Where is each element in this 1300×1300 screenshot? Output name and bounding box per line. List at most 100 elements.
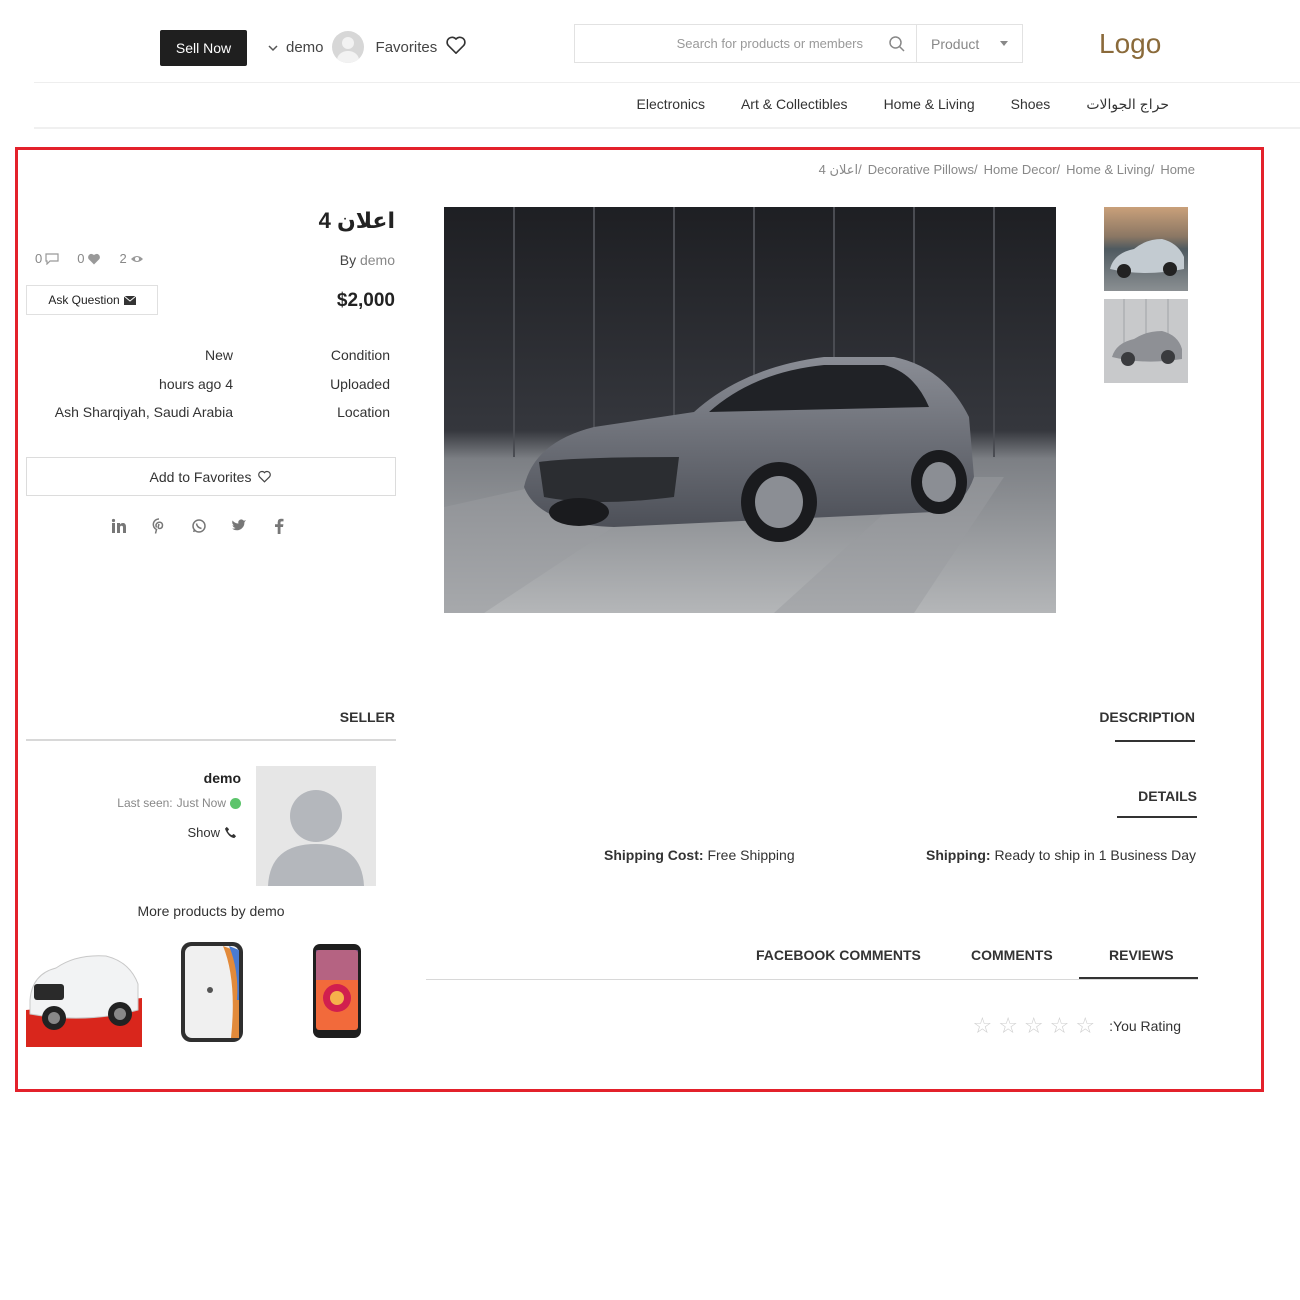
nav-item-electronics[interactable]: Electronics — [637, 96, 705, 113]
description-underline — [1115, 740, 1195, 742]
nav-item-shoes[interactable]: Shoes — [1011, 96, 1051, 113]
search-bar: Search for products or members Product — [574, 24, 1023, 63]
eye-icon — [130, 255, 143, 262]
ask-question-button[interactable]: Ask Question — [26, 285, 158, 315]
category-nav: Electronics Art & Collectibles Home & Li… — [637, 96, 1170, 113]
favorites-link[interactable]: Favorites — [376, 39, 438, 56]
uploaded-value: hours ago 4 — [159, 376, 233, 392]
envelope-icon — [123, 295, 136, 305]
linkedin-icon[interactable] — [110, 518, 128, 537]
user-menu[interactable]: demo Favorites — [268, 29, 467, 65]
add-to-favorites-label: Add to Favorites — [149, 468, 252, 485]
views-count: 2 — [119, 251, 127, 266]
nav-item-home-living[interactable]: Home & Living — [884, 96, 975, 113]
shipping-cost-label: Shipping Cost: — [604, 847, 704, 863]
seller-section-title: SELLER — [339, 709, 395, 725]
breadcrumb-item[interactable]: Home Decor/ — [984, 162, 1061, 178]
pinterest-icon[interactable] — [150, 518, 168, 537]
tab-comments[interactable]: COMMENTS — [971, 947, 1053, 963]
more-product-bmw[interactable] — [26, 940, 142, 1047]
comments-stat: 0 — [35, 251, 59, 266]
tab-description[interactable]: DESCRIPTION — [1099, 709, 1195, 725]
more-product-lg-phone[interactable] — [312, 940, 362, 1042]
sell-now-button[interactable]: Sell Now — [160, 30, 247, 66]
by-label: By — [339, 252, 357, 268]
shipping-cost-value: Free Shipping — [707, 847, 795, 863]
search-category-value: Product — [931, 35, 980, 52]
star-icon[interactable]: ☆ — [972, 1013, 992, 1039]
logo[interactable]: Logo — [1099, 28, 1161, 60]
likes-stat: 0 — [77, 251, 101, 266]
tab-details[interactable]: DETAILS — [1138, 788, 1197, 804]
whatsapp-icon[interactable] — [190, 518, 208, 537]
last-seen: Last seen: Just Now — [117, 796, 241, 810]
breadcrumb-item[interactable]: 4 اعلان/ — [819, 162, 862, 178]
seller-divider — [26, 739, 396, 741]
more-product-iphone[interactable] — [179, 940, 245, 1044]
thumbnail-1[interactable] — [1104, 207, 1188, 291]
likes-count: 0 — [77, 251, 85, 266]
rating-label: :You Rating — [1109, 1018, 1181, 1034]
nav-divider — [34, 127, 1300, 129]
chevron-down-icon[interactable] — [268, 39, 278, 56]
last-seen-label: Last seen: — [117, 796, 173, 810]
shipping-label: Shipping: — [926, 847, 991, 863]
heart-icon[interactable] — [445, 35, 467, 59]
nav-item-mobile-auction[interactable]: حراج الجوالات — [1086, 96, 1169, 113]
last-seen-value: Just Now — [176, 796, 226, 810]
star-rating: ☆ ☆ ☆ ☆ ☆ — [972, 1013, 1095, 1039]
rating-input: ☆ ☆ ☆ ☆ ☆ :You Rating — [972, 1013, 1181, 1039]
star-icon[interactable]: ☆ — [998, 1013, 1018, 1039]
phone-icon — [224, 826, 237, 839]
thumbnail-2[interactable] — [1104, 299, 1188, 383]
tab-facebook-comments[interactable]: FACEBOOK COMMENTS — [756, 947, 921, 963]
header-divider — [34, 82, 1300, 83]
comment-icon — [45, 252, 59, 265]
seller-link[interactable]: demo — [360, 252, 395, 268]
ask-question-label: Ask Question — [48, 293, 120, 307]
tab-reviews[interactable]: REVIEWS — [1109, 947, 1174, 963]
heart-icon — [88, 253, 101, 264]
username[interactable]: demo — [286, 39, 324, 56]
search-category-select[interactable]: Product — [917, 36, 1022, 52]
breadcrumb-item[interactable]: Home & Living/ — [1066, 162, 1154, 178]
shipping-time: Shipping: Ready to ship in 1 Business Da… — [926, 847, 1196, 863]
star-icon[interactable]: ☆ — [1075, 1013, 1095, 1039]
search-input[interactable]: Search for products or members — [575, 36, 877, 51]
heart-outline-icon — [258, 470, 272, 483]
avatar[interactable] — [331, 31, 364, 63]
show-phone-label: Show — [187, 825, 220, 840]
social-share — [110, 518, 288, 537]
nav-item-art-collectibles[interactable]: Art & Collectibles — [741, 96, 848, 113]
star-icon[interactable]: ☆ — [1024, 1013, 1044, 1039]
uploaded-label: Uploaded — [330, 376, 390, 392]
condition-label: Condition — [330, 347, 390, 363]
listing-byline: By demo — [340, 252, 395, 268]
breadcrumb: 4 اعلان/ Decorative Pillows/ Home Decor/… — [819, 162, 1195, 178]
show-phone-button[interactable]: Show — [187, 825, 237, 840]
listing-title: اعلان 4 — [318, 208, 395, 233]
seller-avatar[interactable] — [256, 766, 376, 886]
comments-tabs: FACEBOOK COMMENTS COMMENTS REVIEWS — [426, 940, 1198, 980]
star-icon[interactable]: ☆ — [1050, 1013, 1070, 1039]
shipping-value: Ready to ship in 1 Business Day — [994, 847, 1196, 863]
comments-count: 0 — [35, 251, 43, 266]
shipping-cost: Shipping Cost: Free Shipping — [604, 847, 795, 863]
location-label: Location — [337, 404, 390, 420]
listing-price: $2,000 — [336, 290, 395, 311]
location-value: Ash Sharqiyah, Saudi Arabia — [54, 404, 233, 420]
more-products-heading: More products by demo — [137, 903, 285, 919]
condition-value: New — [204, 347, 233, 363]
twitter-icon[interactable] — [230, 518, 248, 537]
online-status-icon — [230, 797, 241, 809]
breadcrumb-item[interactable]: Decorative Pillows/ — [868, 162, 978, 178]
search-icon[interactable] — [877, 25, 917, 62]
add-to-favorites-button[interactable]: Add to Favorites — [26, 457, 396, 496]
breadcrumb-item[interactable]: Home — [1160, 162, 1195, 178]
main-product-image[interactable] — [444, 207, 1056, 613]
seller-name[interactable]: demo — [204, 770, 241, 786]
listing-stats: 0 0 2 — [35, 251, 144, 266]
facebook-icon[interactable] — [270, 518, 288, 537]
views-stat: 2 — [119, 251, 143, 266]
details-underline — [1117, 816, 1197, 818]
